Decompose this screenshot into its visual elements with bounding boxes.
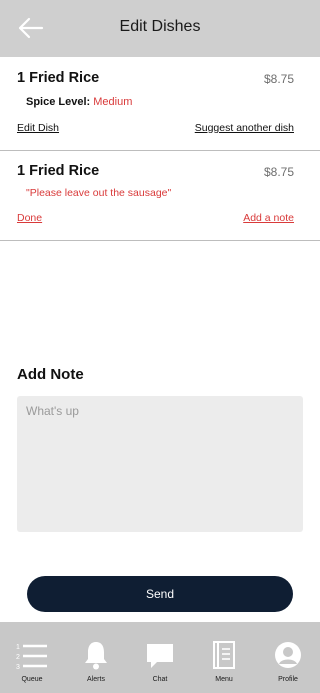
tab-label: Chat — [152, 676, 168, 683]
dish-card: 1 Fried Rice $8.75 "Please leave out the… — [0, 151, 320, 241]
add-note-heading: Add Note — [17, 366, 84, 383]
header-bar: Edit Dishes — [0, 0, 320, 57]
dish-price: $8.75 — [263, 72, 294, 86]
add-a-note-link[interactable]: Add a note — [243, 212, 294, 224]
note-input[interactable] — [17, 396, 303, 532]
chat-bubble-icon — [147, 644, 173, 668]
svg-text:3: 3 — [16, 664, 20, 670]
tab-label: Alerts — [87, 676, 105, 683]
spice-level-value: Medium — [93, 96, 133, 108]
dish-name: 1 Fried Rice — [17, 70, 100, 86]
send-button[interactable]: Send — [27, 576, 293, 612]
spice-level: Spice Level: Medium — [26, 96, 132, 108]
tab-alerts[interactable]: Alerts — [64, 622, 128, 693]
page-title: Edit Dishes — [119, 18, 201, 35]
suggest-another-dish-link[interactable]: Suggest another dish — [195, 122, 294, 134]
dish-card: 1 Fried Rice $8.75 Spice Level: Medium E… — [0, 57, 320, 151]
tab-label: Menu — [215, 676, 233, 683]
svg-text:2: 2 — [16, 654, 20, 661]
tab-menu[interactable]: Menu — [192, 622, 256, 693]
dish-name: 1 Fried Rice — [17, 163, 100, 179]
queue-list-icon: 1 2 3 — [16, 644, 47, 670]
profile-avatar-icon — [275, 642, 301, 668]
tab-chat[interactable]: Chat — [128, 622, 192, 693]
tab-queue[interactable]: 1 2 3 Queue — [0, 622, 64, 693]
menu-book-icon — [213, 641, 235, 669]
tab-profile[interactable]: Profile — [256, 622, 320, 693]
edit-dish-link[interactable]: Edit Dish — [17, 122, 59, 134]
dish-price: $8.75 — [263, 165, 294, 179]
tab-label: Profile — [278, 676, 298, 683]
tab-label: Queue — [21, 676, 43, 683]
svg-text:1: 1 — [16, 644, 20, 651]
bell-icon — [85, 642, 107, 670]
bottom-tab-bar: 1 2 3 Queue Alerts Chat Menu Profile — [0, 622, 320, 693]
spice-level-label: Spice Level: — [26, 96, 91, 108]
done-link[interactable]: Done — [17, 212, 42, 224]
dish-note: "Please leave out the sausage" — [26, 187, 172, 199]
